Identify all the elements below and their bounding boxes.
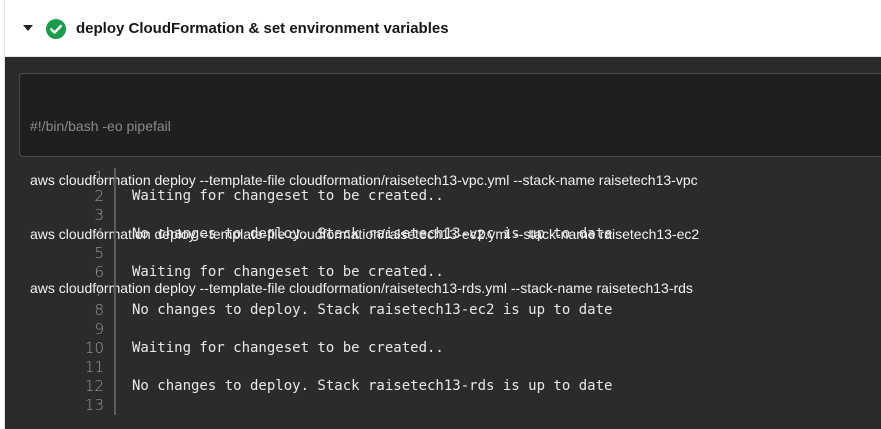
caret-down-icon[interactable] [23, 25, 33, 31]
step-header[interactable]: deploy CloudFormation & set environment … [5, 0, 881, 57]
line-number: 4 [94, 225, 104, 243]
line-number: 3 [94, 206, 104, 224]
output-line: 13 [5, 396, 881, 415]
output-line: 5 [5, 244, 881, 263]
output-line: 10 Waiting for changeset to be created.. [5, 339, 881, 358]
output-line: 3 [5, 206, 881, 225]
step-title: deploy CloudFormation & set environment … [76, 20, 449, 37]
line-number: 2 [94, 187, 104, 205]
gutter-bar [114, 396, 116, 415]
output-line: 7 [5, 282, 881, 301]
line-text: Waiting for changeset to be created.. [132, 188, 444, 204]
command-shebang: #!/bin/bash -eo pipefail [30, 118, 171, 134]
output-line: 2 Waiting for changeset to be created.. [5, 187, 881, 206]
gutter-bar [114, 320, 116, 339]
gutter-bar [114, 187, 116, 206]
gutter-bar [114, 358, 116, 377]
line-text: No changes to deploy. Stack raisetech13-… [132, 226, 613, 242]
output-line: 1 [5, 168, 881, 187]
line-number: 1 [94, 168, 104, 186]
gutter-bar [114, 282, 116, 301]
gutter-bar [114, 244, 116, 263]
line-number: 9 [94, 320, 104, 338]
output-line: 8 No changes to deploy. Stack raisetech13… [5, 301, 881, 320]
step-output: 1 2 Waiting for changeset to be created..… [5, 168, 881, 418]
line-text: No changes to deploy. Stack raisetech13-… [132, 378, 613, 394]
line-number: 13 [84, 396, 104, 414]
line-number: 10 [84, 339, 104, 357]
gutter-bar [114, 339, 116, 358]
gutter-bar [114, 377, 116, 396]
check-circle-icon [46, 19, 66, 39]
line-text: No changes to deploy. Stack raisetech13-… [132, 302, 613, 318]
output-line: 6 Waiting for changeset to be created.. [5, 263, 881, 282]
gutter-bar [114, 168, 116, 187]
command-block: #!/bin/bash -eo pipefail aws cloudformat… [19, 73, 881, 296]
gutter-bar [114, 301, 116, 320]
output-line: 9 [5, 320, 881, 339]
gutter-bar [114, 225, 116, 244]
line-number: 6 [94, 263, 104, 281]
line-number: 8 [94, 301, 104, 319]
output-line: 4 No changes to deploy. Stack raisetech13… [5, 225, 881, 244]
line-text: Waiting for changeset to be created.. [132, 340, 444, 356]
output-line: 12 No changes to deploy. Stack raisetech1… [5, 377, 881, 396]
output-line: 11 [5, 358, 881, 377]
gutter-bar [114, 206, 116, 225]
line-text: Waiting for changeset to be created.. [132, 264, 444, 280]
line-number: 11 [84, 358, 104, 376]
line-number: 7 [94, 282, 104, 300]
gutter-bar [114, 263, 116, 282]
job-step-panel: deploy CloudFormation & set environment … [4, 0, 881, 429]
line-number: 5 [94, 244, 104, 262]
line-number: 12 [84, 377, 104, 395]
